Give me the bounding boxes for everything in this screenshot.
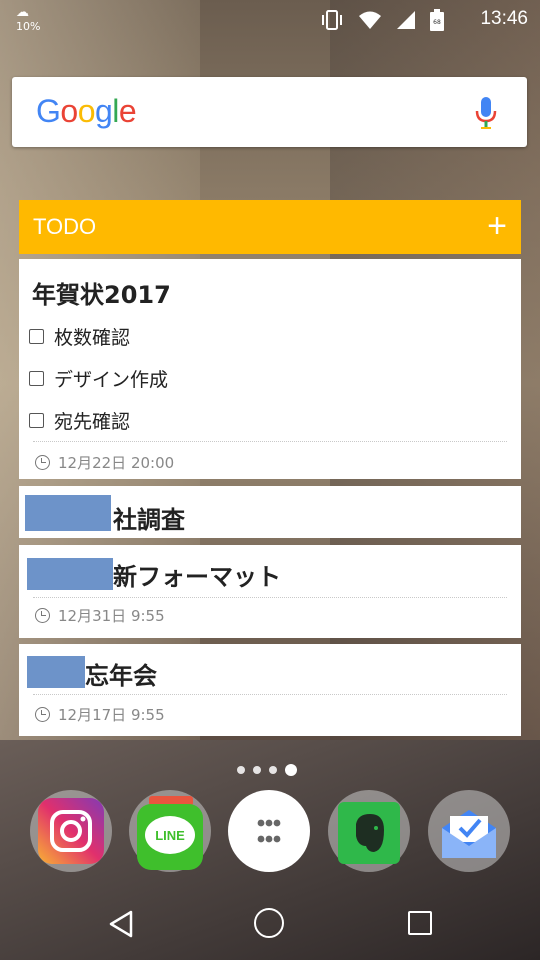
mic-icon[interactable]: [475, 97, 497, 129]
app-drawer-button[interactable]: [228, 790, 310, 872]
due-date: 12月17日 9:55: [35, 704, 165, 725]
envelope-check-glyph: [442, 810, 496, 858]
instagram-icon: [38, 798, 104, 864]
subtask-row[interactable]: 枚数確認: [29, 323, 130, 350]
signal-icon: [397, 11, 415, 29]
todo-card-new-year-cards[interactable]: 年賀状2017 枚数確認 デザイン作成 宛先確認 12月22日 20:00: [19, 259, 521, 479]
due-date-text: 12月31日 9:55: [58, 607, 165, 625]
todo-item-title: 社調査: [113, 506, 185, 534]
page-dot: [269, 766, 277, 774]
todo-item-title: 新フォーマット: [113, 563, 281, 591]
battery-level: 68: [433, 19, 441, 26]
grid-icon: [257, 819, 281, 843]
google-logo: Google: [36, 93, 137, 129]
divider: [33, 694, 507, 695]
todo-item-title: 忘年会: [85, 662, 157, 690]
clock: 13:46: [480, 8, 528, 29]
divider: [33, 597, 507, 598]
redacted-text: [25, 495, 111, 531]
subtask-label: デザイン作成: [54, 369, 169, 391]
redacted-text: [27, 558, 113, 590]
subtask-label: 枚数確認: [54, 327, 131, 349]
page-dot-active: [285, 764, 297, 776]
due-date: 12月31日 9:55: [35, 605, 165, 626]
todo-card-new-format[interactable]: 新フォーマット 12月31日 9:55: [19, 545, 521, 638]
checkbox[interactable]: [29, 413, 44, 428]
vibrate-icon: [322, 10, 342, 30]
checkbox[interactable]: [29, 371, 44, 386]
subtask-row[interactable]: デザイン作成: [29, 365, 168, 392]
elephant-glyph: [356, 814, 384, 852]
weather-icon: ☁: [16, 5, 29, 20]
add-todo-button[interactable]: +: [487, 206, 507, 246]
todo-card-survey[interactable]: 社調査: [19, 486, 521, 538]
todo-item-title: 年賀状2017: [32, 281, 171, 309]
google-search-bar[interactable]: Google: [12, 77, 527, 147]
home-icon[interactable]: [254, 908, 284, 938]
wifi-icon: [359, 11, 381, 29]
inbox-icon: [436, 798, 502, 864]
due-date: 12月22日 20:00: [35, 452, 174, 473]
todo-widget-title: TODO: [33, 214, 97, 239]
back-icon[interactable]: [108, 910, 134, 938]
recent-apps-icon[interactable]: [408, 911, 432, 935]
line-label: LINE: [155, 828, 185, 843]
app-dock: LINE: [0, 790, 540, 880]
weather-percent: 10%: [16, 20, 41, 33]
page-indicator: [237, 764, 297, 776]
page-dot: [253, 766, 261, 774]
divider: [33, 441, 507, 442]
subtask-label: 宛先確認: [54, 411, 131, 433]
status-bar: ☁ 10% 68 13:46: [0, 0, 540, 38]
clock-icon: [35, 455, 50, 470]
todo-card-year-end-party[interactable]: 忘年会 12月17日 9:55: [19, 644, 521, 736]
camera-glyph: [50, 810, 92, 852]
evernote-app-icon[interactable]: [328, 790, 410, 872]
page-dot: [237, 766, 245, 774]
checkbox[interactable]: [29, 329, 44, 344]
instagram-app-icon[interactable]: [30, 790, 112, 872]
subtask-row[interactable]: 宛先確認: [29, 407, 130, 434]
status-icons: 68: [320, 9, 444, 31]
due-date-text: 12月17日 9:55: [58, 706, 165, 724]
evernote-icon: [338, 802, 400, 864]
inbox-app-icon[interactable]: [428, 790, 510, 872]
due-date-text: 12月22日 20:00: [58, 454, 175, 472]
battery-icon: 68: [430, 9, 444, 31]
clock-icon: [35, 707, 50, 722]
line-app-icon[interactable]: LINE: [129, 790, 211, 872]
line-icon: LINE: [137, 804, 203, 870]
redacted-text: [27, 656, 85, 688]
clock-icon: [35, 608, 50, 623]
todo-widget-header: TODO +: [19, 200, 521, 254]
